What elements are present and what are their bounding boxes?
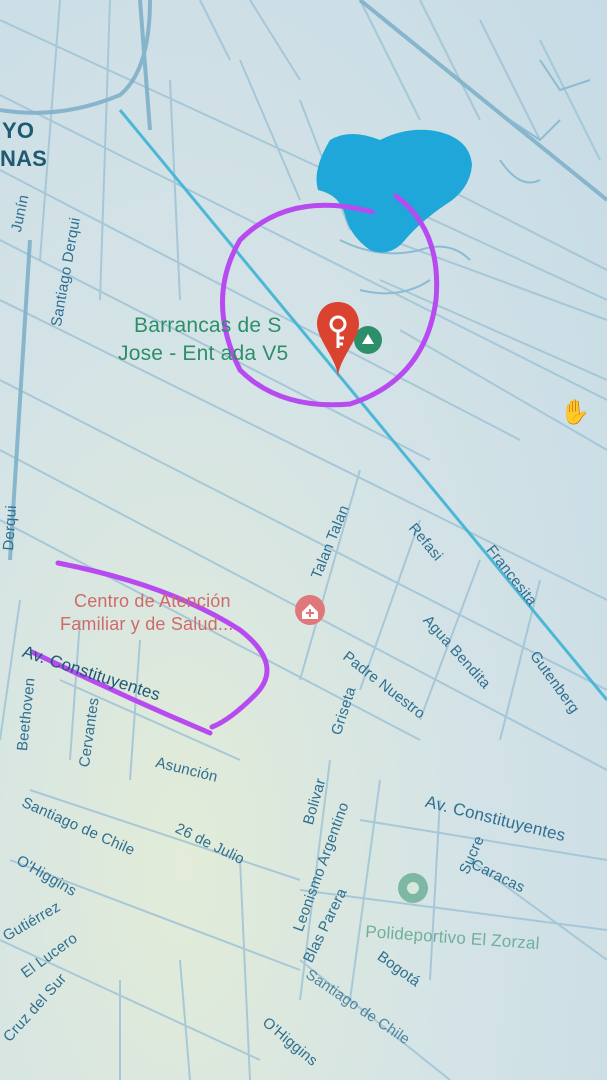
park-icon[interactable] bbox=[398, 873, 428, 903]
health-center-icon[interactable] bbox=[295, 595, 325, 625]
hand-cursor-icon: ✋ bbox=[560, 399, 590, 426]
place-label-line1[interactable]: Barrancas de S bbox=[134, 314, 282, 338]
health-center-label-line1[interactable]: Centro de Atención bbox=[74, 591, 231, 612]
lake bbox=[316, 129, 472, 253]
place-label-line2[interactable]: Jose - Ent ada V5 bbox=[118, 342, 288, 366]
map-view[interactable]: ✋ YO NAS Junín Santiago Derqui Derqui Ta… bbox=[0, 0, 607, 1080]
street-label: Derqui bbox=[0, 504, 21, 552]
location-pin-icon[interactable] bbox=[315, 300, 361, 380]
area-label: NAS bbox=[0, 146, 48, 171]
health-center-label-line2[interactable]: Familiar y de Salud... bbox=[60, 614, 233, 635]
area-label: YO bbox=[2, 118, 35, 143]
